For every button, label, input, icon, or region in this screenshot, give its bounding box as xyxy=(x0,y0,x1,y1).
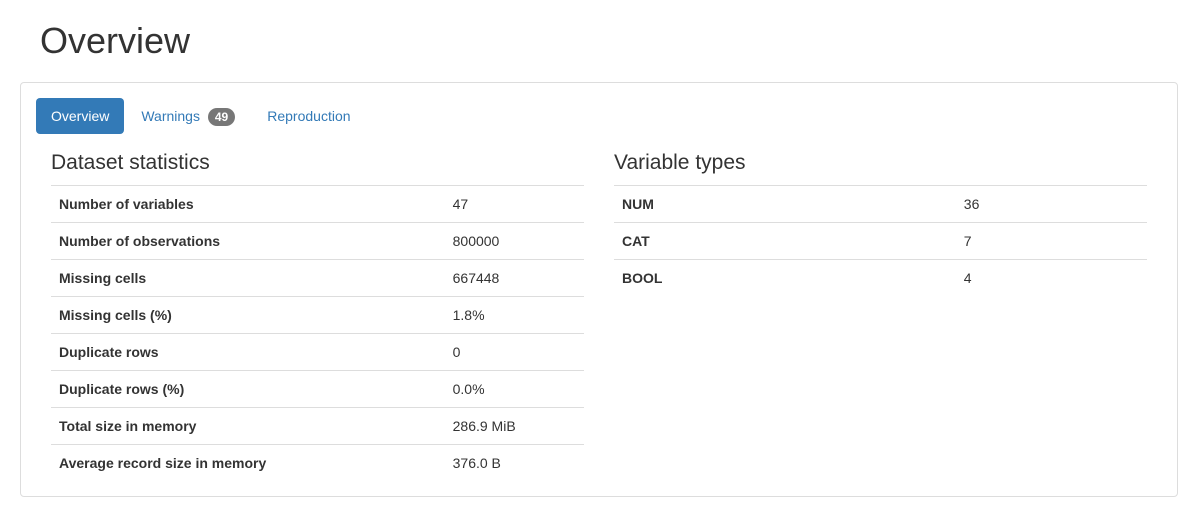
stat-value: 286.9 MiB xyxy=(445,408,584,445)
stat-value: 667448 xyxy=(445,260,584,297)
stat-value: 800000 xyxy=(445,223,584,260)
table-row: BOOL 4 xyxy=(614,260,1147,297)
overview-panel: Overview Warnings 49 Reproduction Datase… xyxy=(20,82,1178,497)
dataset-stats-col: Dataset statistics Number of variables 4… xyxy=(51,151,584,481)
type-label: NUM xyxy=(614,186,956,223)
stat-label: Number of observations xyxy=(51,223,445,260)
dataset-stats-table: Number of variables 47 Number of observa… xyxy=(51,185,584,481)
stat-value: 0.0% xyxy=(445,371,584,408)
stat-value: 47 xyxy=(445,186,584,223)
table-row: NUM 36 xyxy=(614,186,1147,223)
table-row: Missing cells 667448 xyxy=(51,260,584,297)
table-row: Duplicate rows (%) 0.0% xyxy=(51,371,584,408)
stat-label: Total size in memory xyxy=(51,408,445,445)
stat-value: 1.8% xyxy=(445,297,584,334)
table-row: Total size in memory 286.9 MiB xyxy=(51,408,584,445)
stat-label: Duplicate rows (%) xyxy=(51,371,445,408)
page-title: Overview xyxy=(40,20,1178,62)
variable-types-col: Variable types NUM 36 CAT 7 BOOL 4 xyxy=(614,151,1147,481)
type-value: 4 xyxy=(956,260,1147,297)
stat-value: 376.0 B xyxy=(445,445,584,482)
table-row: Number of variables 47 xyxy=(51,186,584,223)
tab-reproduction[interactable]: Reproduction xyxy=(252,98,365,134)
warnings-badge: 49 xyxy=(208,108,235,126)
type-value: 36 xyxy=(956,186,1147,223)
table-row: CAT 7 xyxy=(614,223,1147,260)
stat-label: Number of variables xyxy=(51,186,445,223)
stat-value: 0 xyxy=(445,334,584,371)
stat-label: Missing cells xyxy=(51,260,445,297)
table-row: Duplicate rows 0 xyxy=(51,334,584,371)
type-value: 7 xyxy=(956,223,1147,260)
type-label: CAT xyxy=(614,223,956,260)
nav-tabs: Overview Warnings 49 Reproduction xyxy=(36,98,1162,136)
tab-warnings-label: Warnings xyxy=(141,108,200,124)
table-row: Missing cells (%) 1.8% xyxy=(51,297,584,334)
table-row: Average record size in memory 376.0 B xyxy=(51,445,584,482)
content-row: Dataset statistics Number of variables 4… xyxy=(36,151,1162,481)
tab-overview[interactable]: Overview xyxy=(36,98,124,134)
variable-types-table: NUM 36 CAT 7 BOOL 4 xyxy=(614,185,1147,296)
type-label: BOOL xyxy=(614,260,956,297)
stat-label: Duplicate rows xyxy=(51,334,445,371)
stat-label: Missing cells (%) xyxy=(51,297,445,334)
tab-warnings[interactable]: Warnings 49 xyxy=(126,98,250,136)
stat-label: Average record size in memory xyxy=(51,445,445,482)
table-row: Number of observations 800000 xyxy=(51,223,584,260)
dataset-stats-title: Dataset statistics xyxy=(51,151,584,175)
variable-types-title: Variable types xyxy=(614,151,1147,175)
